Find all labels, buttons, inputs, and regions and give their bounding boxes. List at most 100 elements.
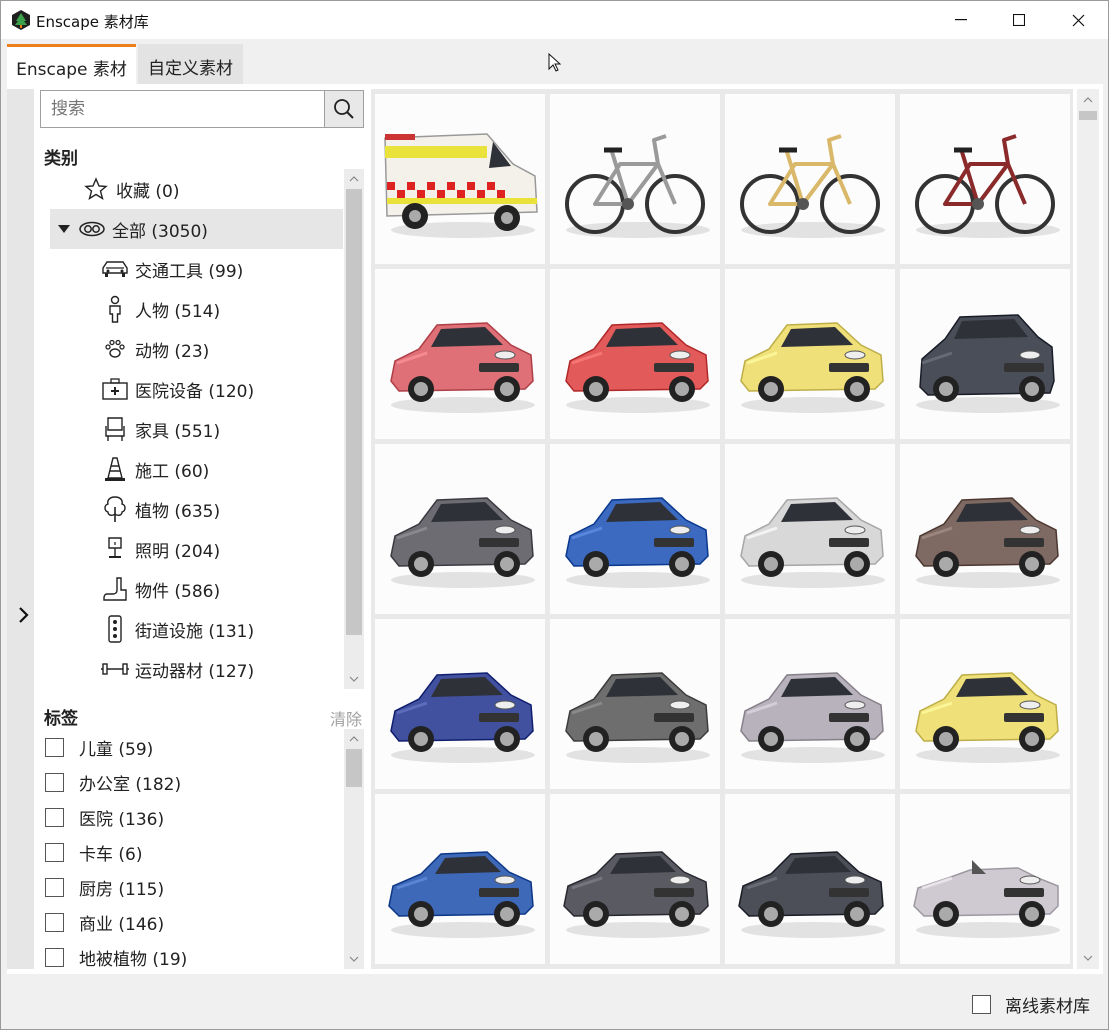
maximize-button[interactable] [990, 1, 1048, 39]
asset-tile-car[interactable] [725, 269, 895, 439]
asset-thumbnail [916, 314, 1060, 413]
car-icon [101, 255, 129, 283]
tag-checkbox[interactable] [45, 947, 64, 967]
offline-checkbox[interactable] [972, 995, 991, 1014]
search-input[interactable] [41, 91, 324, 127]
category-hospital-equipment[interactable]: 医院设备 (120) [101, 369, 341, 409]
category-vehicles[interactable]: 交通工具 (99) [101, 249, 341, 289]
category-lighting[interactable]: 照明 (204) [101, 529, 341, 569]
expand-triangle-icon[interactable] [58, 225, 70, 233]
scroll-down-icon[interactable] [1077, 951, 1099, 965]
tag-label: 医院 (136) [79, 809, 165, 830]
category-favorites[interactable]: 收藏 (0) [82, 169, 342, 209]
category-label: 交通工具 (99) [135, 261, 244, 282]
category-objects[interactable]: 物件 (586) [101, 569, 341, 609]
close-icon [1072, 14, 1084, 26]
tag-commercial[interactable]: 商业 (146) [45, 907, 164, 937]
asset-thumbnail [740, 672, 885, 763]
category-label: 施工 (60) [135, 461, 210, 482]
scroll-up-icon[interactable] [344, 731, 364, 747]
category-all[interactable]: 全部 (3050) [50, 209, 343, 249]
asset-thumbnail [388, 851, 535, 938]
asset-tile-bicycle[interactable] [900, 94, 1070, 264]
asset-tile-suv[interactable] [900, 269, 1070, 439]
asset-thumbnail [913, 860, 1060, 938]
asset-grid-scrollbar[interactable] [1077, 89, 1099, 969]
window-title: Enscape 素材库 [36, 13, 149, 31]
asset-tile-car[interactable] [375, 444, 545, 614]
chevron-right-icon [19, 607, 29, 623]
scroll-up-icon[interactable] [1077, 93, 1099, 107]
asset-thumbnail [565, 134, 710, 238]
close-button[interactable] [1049, 1, 1107, 39]
asset-tile-car[interactable] [725, 619, 895, 789]
category-label: 家具 (551) [135, 421, 221, 442]
minimize-button[interactable] [932, 1, 990, 39]
tag-scrollbar[interactable] [344, 729, 364, 969]
tag-checkbox[interactable] [45, 877, 64, 897]
tag-checkbox[interactable] [45, 772, 64, 792]
star-icon [82, 175, 110, 203]
tag-ground-cover[interactable]: 地被植物 (19) [45, 942, 187, 972]
asset-tile-sedan[interactable] [725, 794, 895, 964]
asset-thumbnail [565, 322, 710, 413]
category-street-furniture[interactable]: 街道设施 (131) [101, 609, 341, 649]
tag-hospital[interactable]: 医院 (136) [45, 802, 164, 832]
scroll-thumb[interactable] [346, 189, 362, 635]
asset-thumbnail [915, 497, 1060, 588]
asset-tile-sedan[interactable] [550, 794, 720, 964]
asset-tile-car[interactable] [550, 619, 720, 789]
category-people[interactable]: 人物 (514) [101, 289, 341, 329]
asset-tile-car[interactable] [900, 619, 1070, 789]
category-label: 物件 (586) [135, 581, 221, 602]
asset-tile-car[interactable] [375, 619, 545, 789]
offline-library-toggle[interactable]: 离线素材库 [972, 992, 1090, 1017]
asset-tile-sedan[interactable] [375, 794, 545, 964]
scroll-down-icon[interactable] [344, 951, 364, 967]
asset-tile-car[interactable] [550, 269, 720, 439]
tag-checkbox[interactable] [45, 842, 64, 862]
asset-tile-car[interactable] [550, 444, 720, 614]
asset-tile-car[interactable] [375, 269, 545, 439]
tag-checkbox[interactable] [45, 737, 64, 757]
tag-checkbox[interactable] [45, 912, 64, 932]
asset-tile-car[interactable] [900, 444, 1070, 614]
asset-tile-bicycle[interactable] [550, 94, 720, 264]
asset-thumbnail [390, 497, 535, 588]
tag-truck[interactable]: 卡车 (6) [45, 837, 142, 867]
dumbbell-icon [101, 655, 129, 683]
search-field[interactable] [40, 90, 325, 128]
category-furniture[interactable]: 家具 (551) [101, 409, 341, 449]
asset-thumbnail [915, 134, 1060, 238]
tab-label: 自定义素材 [148, 59, 233, 79]
search-button[interactable] [324, 90, 364, 128]
tag-children[interactable]: 儿童 (59) [45, 732, 153, 762]
tab-enscape-assets[interactable]: Enscape 素材 [7, 44, 136, 84]
tab-custom-assets[interactable]: 自定义素材 [138, 44, 243, 84]
tag-label: 厨房 (115) [79, 879, 165, 900]
asset-thumbnail [390, 672, 535, 763]
clear-tags-button[interactable]: 清除 [330, 706, 362, 730]
asset-tile-convertible[interactable] [900, 794, 1070, 964]
category-plants[interactable]: 植物 (635) [101, 489, 341, 529]
asset-tile-car[interactable] [725, 444, 895, 614]
category-construction[interactable]: 施工 (60) [101, 449, 341, 489]
scroll-down-icon[interactable] [344, 671, 364, 687]
category-scrollbar[interactable] [344, 169, 364, 689]
scroll-thumb[interactable] [1079, 111, 1097, 120]
tree-icon [101, 495, 129, 523]
category-animals[interactable]: 动物 (23) [101, 329, 341, 369]
asset-tile-ambulance[interactable] [375, 94, 545, 264]
tag-checkbox[interactable] [45, 807, 64, 827]
category-label: 全部 (3050) [112, 221, 208, 242]
sidebar-collapse-strip[interactable] [7, 89, 34, 969]
tag-office[interactable]: 办公室 (182) [45, 767, 181, 797]
maximize-icon [1013, 14, 1025, 26]
tag-label: 卡车 (6) [79, 844, 143, 865]
category-label: 人物 (514) [135, 301, 221, 322]
category-sports-equipment[interactable]: 运动器材 (127) [101, 649, 341, 689]
scroll-thumb[interactable] [346, 749, 362, 787]
scroll-up-icon[interactable] [344, 171, 364, 187]
asset-tile-bicycle[interactable] [725, 94, 895, 264]
tag-kitchen[interactable]: 厨房 (115) [45, 872, 164, 902]
